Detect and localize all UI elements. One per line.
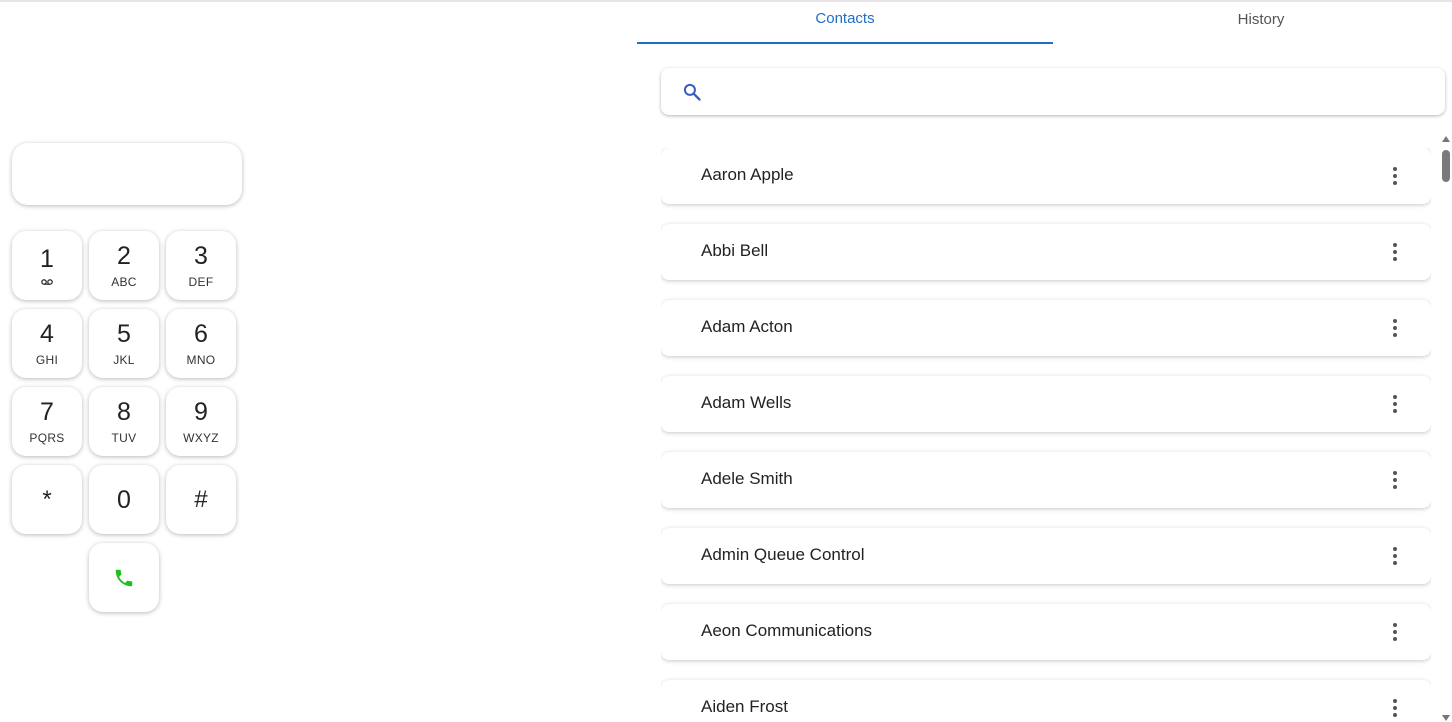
- key-digit: 6: [194, 319, 208, 348]
- key-digit: 0: [117, 485, 131, 514]
- key-digit: 9: [194, 397, 208, 426]
- contact-name: Abbi Bell: [701, 241, 769, 260]
- more-options-icon[interactable]: [1387, 242, 1403, 262]
- key-digit: 2: [117, 241, 131, 270]
- key-digit: 5: [117, 319, 131, 348]
- contact-name: Admin Queue Control: [701, 545, 865, 564]
- contact-item[interactable]: Aeon Communications: [661, 604, 1431, 660]
- contact-search: [661, 68, 1445, 117]
- scroll-down-arrow-icon[interactable]: [1442, 715, 1450, 721]
- dial-key-8[interactable]: 8 TUV: [89, 387, 159, 456]
- contact-name: Aaron Apple: [701, 165, 794, 184]
- dial-key-0[interactable]: 0: [89, 465, 159, 534]
- call-button[interactable]: [89, 543, 159, 612]
- search-icon: [683, 83, 701, 101]
- contact-list-scrollbar[interactable]: [1440, 136, 1452, 722]
- key-letters: DEF: [188, 274, 214, 289]
- key-digit: 3: [194, 241, 208, 270]
- contact-item[interactable]: Adele Smith: [661, 452, 1431, 508]
- key-digit: 7: [40, 397, 54, 426]
- dial-key-4[interactable]: 4 GHI: [12, 309, 82, 378]
- phone-icon: [115, 569, 133, 586]
- key-letters: ABC: [111, 274, 137, 289]
- more-options-icon[interactable]: [1387, 394, 1403, 414]
- contact-item[interactable]: Adam Acton: [661, 300, 1431, 356]
- more-options-icon[interactable]: [1387, 318, 1403, 338]
- dial-display[interactable]: [12, 143, 246, 207]
- dial-key-9[interactable]: 9 WXYZ: [166, 387, 236, 456]
- key-letters: PQRS: [29, 430, 65, 445]
- more-options-icon[interactable]: [1387, 546, 1403, 566]
- contact-item[interactable]: Abbi Bell: [661, 224, 1431, 280]
- dial-key-7[interactable]: 7 PQRS: [12, 387, 82, 456]
- contact-list: Aaron Apple Abbi Bell Adam Acton Adam We…: [661, 148, 1431, 722]
- dial-key-3[interactable]: 3 DEF: [166, 231, 236, 300]
- key-letters: GHI: [35, 352, 59, 367]
- key-letters: MNO: [186, 352, 216, 367]
- contact-item[interactable]: Adam Wells: [661, 376, 1431, 432]
- more-options-icon[interactable]: [1387, 698, 1403, 718]
- contact-item[interactable]: Aaron Apple: [661, 148, 1431, 204]
- tab-contacts[interactable]: Contacts: [637, 0, 1053, 44]
- dial-number-input[interactable]: [12, 143, 246, 207]
- contact-item[interactable]: Aiden Frost: [661, 680, 1431, 722]
- contact-name: Aiden Frost: [701, 697, 788, 716]
- key-digit: 8: [117, 397, 131, 426]
- key-digit: 4: [40, 319, 54, 348]
- dial-key-2[interactable]: 2 ABC: [89, 231, 159, 300]
- voicemail-icon: [41, 278, 53, 285]
- tab-bar: Contacts History: [637, 0, 1452, 44]
- dial-key-hash[interactable]: #: [166, 465, 236, 534]
- key-digit: *: [42, 485, 52, 513]
- dial-key-5[interactable]: 5 JKL: [89, 309, 159, 378]
- dial-key-6[interactable]: 6 MNO: [166, 309, 236, 378]
- more-options-icon[interactable]: [1387, 622, 1403, 642]
- more-options-icon[interactable]: [1387, 470, 1403, 490]
- contact-name: Adele Smith: [701, 469, 793, 488]
- tab-history[interactable]: History: [1053, 0, 1452, 44]
- contact-item[interactable]: Admin Queue Control: [661, 528, 1431, 584]
- scroll-thumb[interactable]: [1442, 150, 1450, 182]
- key-letters: JKL: [113, 352, 135, 367]
- key-letters: WXYZ: [183, 430, 219, 445]
- more-options-icon[interactable]: [1387, 166, 1403, 186]
- scroll-up-arrow-icon[interactable]: [1442, 136, 1450, 142]
- key-digit: 1: [40, 244, 54, 273]
- contact-name: Aeon Communications: [701, 621, 873, 640]
- contact-name: Adam Acton: [701, 317, 793, 336]
- contact-name: Adam Wells: [701, 393, 792, 412]
- key-letters: TUV: [111, 430, 137, 445]
- key-digit: #: [194, 485, 208, 513]
- search-input[interactable]: [715, 68, 1439, 117]
- dial-key-star[interactable]: *: [12, 465, 82, 534]
- dial-key-1[interactable]: 1: [12, 231, 82, 300]
